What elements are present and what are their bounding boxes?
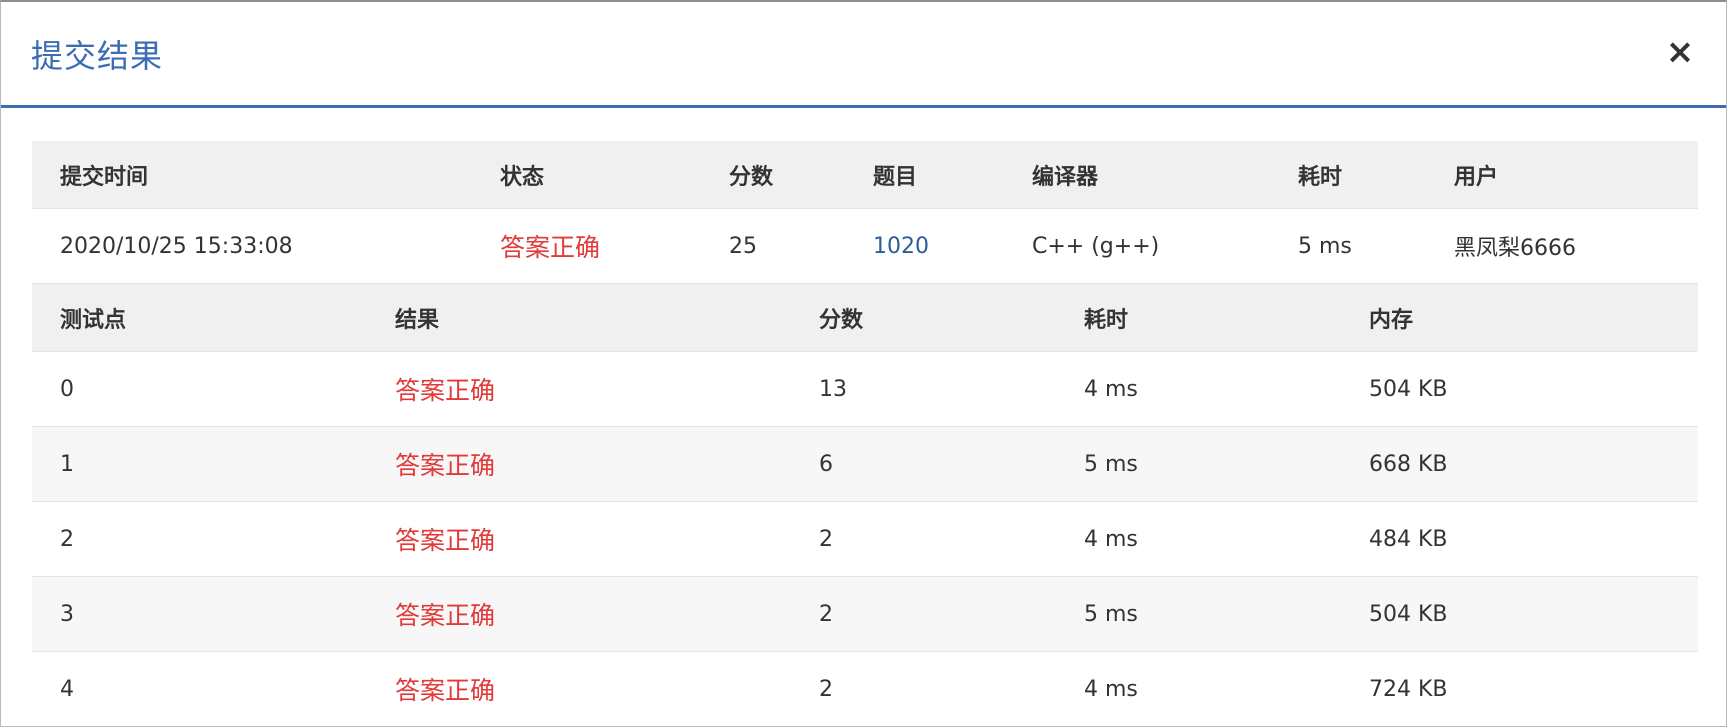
modal-header: 提交结果 × [1, 2, 1726, 108]
testcase-header-row: 测试点 结果 分数 耗时 内存 [32, 284, 1698, 352]
case-id: 4 [60, 676, 74, 702]
submission-status: 答案正确 [500, 233, 601, 262]
header-status: 状态 [500, 164, 545, 190]
case-score: 2 [819, 676, 833, 702]
header-testcase: 测试点 [60, 307, 127, 333]
submission-result-modal: 提交结果 × 提交时间 状态 分数 题目 编译器 耗时 用户 2020/10/2… [0, 0, 1727, 727]
submission-row: 2020/10/25 15:33:08 答案正确 25 1020 C++ (g+… [32, 209, 1698, 284]
table-row: 4 答案正确 2 4 ms 724 KB [32, 652, 1698, 726]
case-id: 1 [60, 451, 74, 477]
case-elapsed: 5 ms [1084, 451, 1138, 477]
header-score: 分数 [729, 164, 774, 190]
case-score: 2 [819, 526, 833, 552]
case-memory: 504 KB [1369, 376, 1448, 402]
header-user: 用户 [1454, 164, 1499, 190]
submission-elapsed: 5 ms [1298, 233, 1352, 259]
case-elapsed: 4 ms [1084, 376, 1138, 402]
modal-title: 提交结果 [31, 37, 164, 75]
case-id: 0 [60, 376, 74, 402]
compiler: C++ (g++) [1032, 233, 1160, 259]
case-score: 2 [819, 601, 833, 627]
case-memory: 668 KB [1369, 451, 1448, 477]
table-row: 2 答案正确 2 4 ms 484 KB [32, 502, 1698, 577]
case-result: 答案正确 [395, 451, 496, 480]
header-problem: 题目 [873, 164, 918, 190]
table-row: 3 答案正确 2 5 ms 504 KB [32, 577, 1698, 652]
problem-link[interactable]: 1020 [873, 209, 929, 283]
header-elapsed: 耗时 [1298, 164, 1343, 190]
case-memory: 484 KB [1369, 526, 1448, 552]
case-id: 3 [60, 601, 74, 627]
case-elapsed: 5 ms [1084, 601, 1138, 627]
close-icon[interactable]: × [1662, 34, 1698, 70]
table-row: 0 答案正确 13 4 ms 504 KB [32, 352, 1698, 427]
case-score: 6 [819, 451, 833, 477]
submission-header-row: 提交时间 状态 分数 题目 编译器 耗时 用户 [32, 141, 1698, 209]
case-memory: 504 KB [1369, 601, 1448, 627]
submit-time: 2020/10/25 15:33:08 [60, 233, 293, 259]
result-table: 提交时间 状态 分数 题目 编译器 耗时 用户 2020/10/25 15:33… [32, 141, 1698, 726]
case-elapsed: 4 ms [1084, 676, 1138, 702]
case-result: 答案正确 [395, 601, 496, 630]
header-compiler: 编译器 [1032, 164, 1099, 190]
submission-score: 25 [729, 233, 757, 259]
case-result: 答案正确 [395, 376, 496, 405]
case-elapsed: 4 ms [1084, 526, 1138, 552]
header-submit-time: 提交时间 [60, 164, 149, 190]
header-case-score: 分数 [819, 307, 864, 333]
case-score: 13 [819, 376, 847, 402]
table-row: 1 答案正确 6 5 ms 668 KB [32, 427, 1698, 502]
case-result: 答案正确 [395, 526, 496, 555]
case-result: 答案正确 [395, 676, 496, 705]
submission-user: 黑凤梨6666 [1454, 236, 1576, 261]
case-memory: 724 KB [1369, 676, 1448, 702]
case-id: 2 [60, 526, 74, 552]
header-memory: 内存 [1369, 307, 1414, 333]
header-case-elapsed: 耗时 [1084, 307, 1129, 333]
header-result: 结果 [395, 307, 440, 333]
